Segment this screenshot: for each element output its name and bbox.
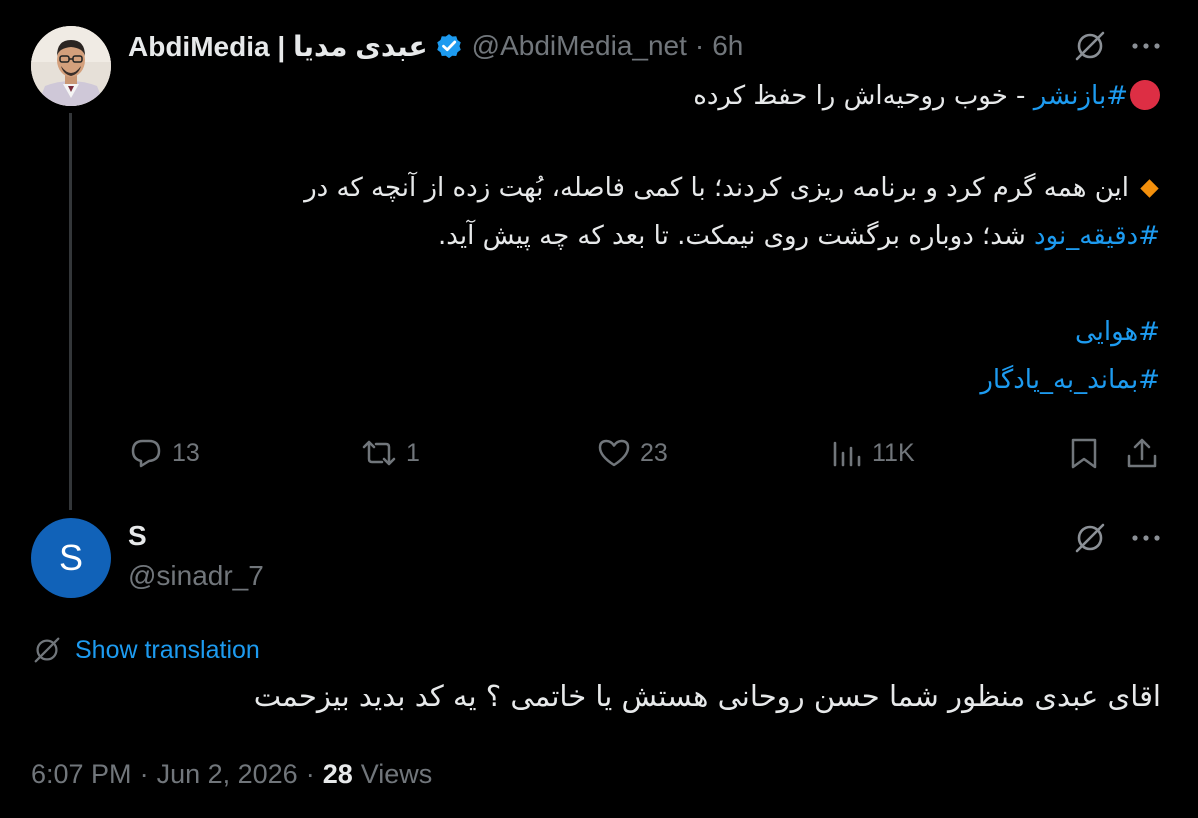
share-action[interactable] — [1124, 434, 1160, 472]
reply-author-avatar[interactable]: S — [31, 518, 111, 598]
reply-views-label: Views — [360, 758, 433, 789]
more-icon[interactable] — [1128, 520, 1164, 556]
hashtag-havaei[interactable]: #هوایی — [1075, 317, 1160, 347]
author-handle[interactable]: @AbdiMedia_net — [472, 30, 687, 62]
tweet-line-5: #بماند_به_یادگار — [980, 362, 1160, 398]
thread-line — [69, 113, 72, 510]
hashtag-bazneshr[interactable]: #بازنشر — [1034, 81, 1128, 111]
reply-author-handle[interactable]: @sinadr_7 — [128, 560, 264, 592]
tweet-line-2: این همه گرم کرد و برنامه ریزی کردند؛ با … — [304, 170, 1160, 206]
reply-top-actions — [1072, 520, 1164, 556]
more-icon[interactable] — [1128, 28, 1164, 64]
tweet-text-2: این همه گرم کرد و برنامه ریزی کردند؛ با … — [304, 173, 1129, 203]
meta-separator: · — [305, 758, 315, 789]
views-icon — [830, 435, 864, 471]
reply-meta: 6:07 PM · Jun 2, 2026 · 28 Views — [31, 756, 432, 792]
hashtag-bemanad-be-yadegar[interactable]: #بماند_به_یادگار — [980, 365, 1160, 395]
tweet-line-3: #دقیقه_نود شد؛ دوباره برگشت روی نیمکت. ت… — [438, 218, 1160, 254]
no-translate-icon[interactable] — [1072, 28, 1108, 64]
repost-count: 1 — [406, 438, 420, 467]
author-display-name[interactable]: AbdiMedia | عبدی مدیا — [128, 30, 428, 63]
tweet-line-4: #هوایی — [1075, 314, 1160, 350]
show-translation-link[interactable]: Show translation — [31, 632, 260, 668]
reply-author-display-name[interactable]: S — [128, 520, 147, 552]
repost-icon — [360, 435, 398, 471]
reply-count: 13 — [172, 438, 200, 467]
like-action[interactable]: 23 — [596, 434, 668, 472]
tweet-text-3: شد؛ دوباره برگشت روی نیمکت. تا بعد که چه… — [438, 221, 1035, 251]
verified-badge-icon — [434, 31, 464, 61]
reply-views-count: 28 — [322, 758, 353, 789]
tweet-line-1: #بازنشر - خوب روحیه‌اش را حفظ کرده — [693, 78, 1160, 114]
reply-action[interactable]: 13 — [128, 434, 200, 472]
like-count: 23 — [640, 438, 668, 467]
reply-time[interactable]: 6:07 PM — [31, 759, 132, 790]
repost-action[interactable]: 1 — [360, 434, 420, 472]
author-avatar[interactable] — [31, 26, 111, 106]
share-icon — [1124, 435, 1160, 471]
tweet-header: AbdiMedia | عبدی مدیا @AbdiMedia_net · 6… — [128, 28, 743, 64]
bookmark-icon — [1066, 435, 1102, 471]
hashtag-daghighe-navad[interactable]: #دقیقه_نود — [1034, 221, 1160, 251]
red-circle-icon — [1130, 80, 1160, 110]
meta-separator: · — [139, 758, 149, 789]
reply-text: اقای عبدی منظور شما حسن روحانی هستش یا خ… — [253, 679, 1161, 713]
heart-icon — [596, 435, 632, 471]
no-translate-icon[interactable] — [1072, 520, 1108, 556]
reply-date[interactable]: Jun 2, 2026 — [157, 759, 298, 790]
tweet-top-actions — [1072, 28, 1164, 64]
views-action[interactable]: 11K — [830, 434, 915, 472]
show-translation-label[interactable]: Show translation — [75, 636, 260, 665]
reply-icon — [128, 435, 164, 471]
header-separator: · — [694, 30, 705, 61]
no-translate-icon — [31, 634, 63, 666]
avatar-letter: S — [58, 537, 83, 578]
views-count: 11K — [872, 438, 915, 467]
tweet-time[interactable]: 6h — [712, 30, 743, 62]
orange-diamond-icon — [1140, 179, 1159, 198]
bookmark-action[interactable] — [1066, 434, 1102, 472]
tweet-text-1: - خوب روحیه‌اش را حفظ کرده — [693, 81, 1034, 111]
